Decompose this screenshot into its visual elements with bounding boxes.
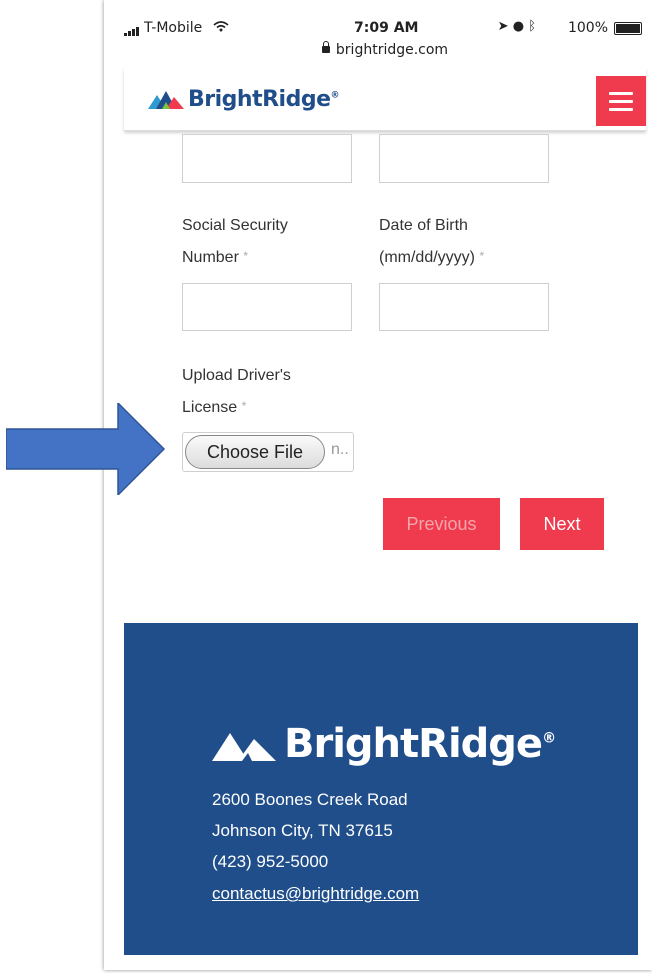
hamburger-line xyxy=(609,107,633,111)
carrier-name: T-Mobile xyxy=(144,20,203,36)
ssn-input[interactable] xyxy=(182,283,352,331)
license-label-line1: Upload Driver's xyxy=(182,367,291,384)
required-mark: * xyxy=(241,399,247,413)
bluetooth-icon: ᛒ xyxy=(528,19,536,34)
mountain-logo-icon xyxy=(212,733,276,761)
footer-logo: BrightRidge® xyxy=(212,721,556,767)
ssn-label-line2: Number xyxy=(182,249,239,266)
menu-button[interactable] xyxy=(596,76,646,126)
lock-icon xyxy=(321,41,330,53)
required-mark: * xyxy=(479,249,485,263)
battery-icon xyxy=(614,22,642,35)
footer-phone[interactable]: (423) 952-5000 xyxy=(212,852,328,872)
clock: 7:09 AM xyxy=(354,20,419,36)
carrier-info: T-Mobile xyxy=(124,20,229,36)
address-bar[interactable]: brightridge.com xyxy=(124,41,646,58)
signal-icon xyxy=(124,20,140,36)
text-input-1[interactable] xyxy=(182,134,352,183)
hamburger-line xyxy=(609,99,633,103)
brand-logo[interactable]: BrightRidge® xyxy=(148,84,339,114)
wifi-icon xyxy=(213,20,229,36)
location-icon: ➤ xyxy=(497,19,509,34)
no-file-text: n.. xyxy=(331,441,349,458)
url-text: brightridge.com xyxy=(335,42,449,58)
dob-input[interactable] xyxy=(379,283,549,331)
footer-email-link[interactable]: contactus@brightridge.com xyxy=(212,884,419,904)
next-button[interactable]: Next xyxy=(520,498,604,550)
phone-frame: T-Mobile 7:09 AM ➤ ● ᛒ 100% brightridge.… xyxy=(104,0,652,970)
dob-label-line2: (mm/dd/yyyy) xyxy=(379,249,475,266)
footer-address-line1: 2600 Boones Creek Road xyxy=(212,790,408,809)
status-icons: ➤ ● ᛒ xyxy=(498,19,536,34)
dob-label-line1: Date of Birth xyxy=(379,217,468,234)
footer-address-line2: Johnson City, TN 37615 xyxy=(212,821,393,840)
brand-name: BrightRidge® xyxy=(188,86,339,112)
choose-file-button[interactable]: Choose File xyxy=(185,435,325,469)
text-input-2[interactable] xyxy=(379,134,549,183)
footer-brand-name: BrightRidge® xyxy=(284,721,556,767)
site-header: BrightRidge® xyxy=(124,68,646,131)
browser-viewport: T-Mobile 7:09 AM ➤ ● ᛒ 100% brightridge.… xyxy=(124,0,646,970)
alarm-icon: ● xyxy=(512,19,525,34)
ssn-label-line1: Social Security xyxy=(182,217,288,234)
annotation-arrow-icon xyxy=(5,401,166,499)
site-footer: BrightRidge® 2600 Boones Creek Road John… xyxy=(124,623,638,955)
required-mark: * xyxy=(243,249,249,263)
previous-button[interactable]: Previous xyxy=(383,498,500,550)
mountain-logo-icon xyxy=(148,91,184,109)
battery-percent: 100% xyxy=(567,20,608,36)
ssn-label: Social Security Number * xyxy=(182,210,288,274)
license-label: Upload Driver's License * xyxy=(182,360,291,424)
dob-label: Date of Birth (mm/dd/yyyy) * xyxy=(379,210,484,274)
hamburger-icon xyxy=(609,91,633,95)
license-file-input[interactable]: Choose File n.. xyxy=(182,432,354,472)
license-label-line2: License xyxy=(182,399,238,416)
status-bar: T-Mobile 7:09 AM ➤ ● ᛒ 100% brightridge.… xyxy=(124,19,646,66)
